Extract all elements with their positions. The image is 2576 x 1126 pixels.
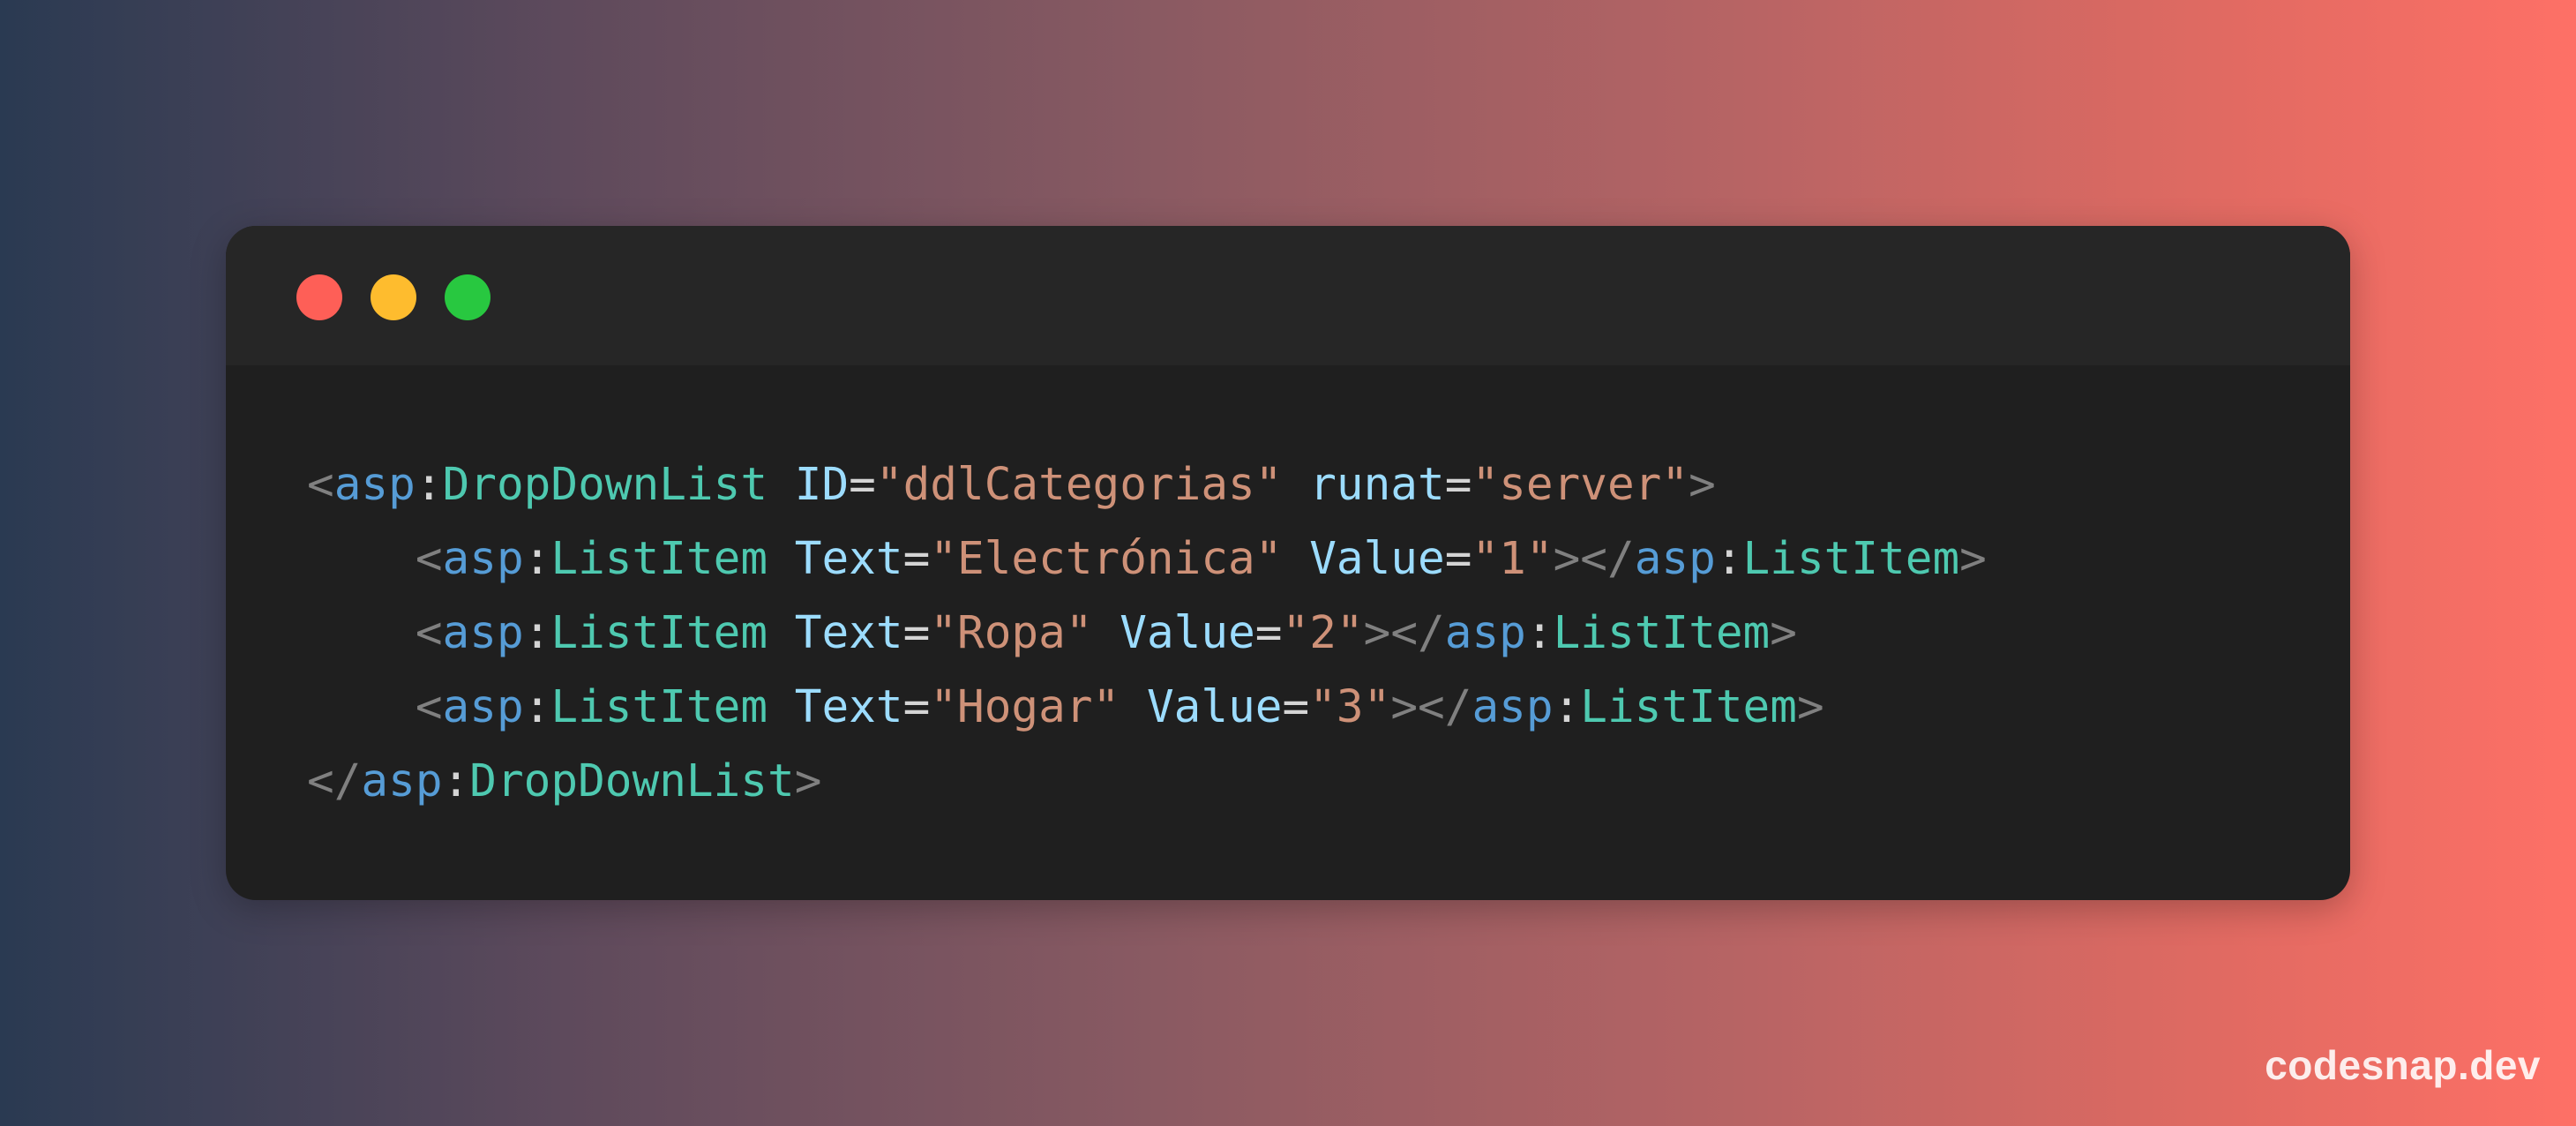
code-token-punct: ></: [1363, 607, 1445, 659]
code-token-punct: ></: [1390, 681, 1472, 733]
code-token-eq: =: [902, 681, 931, 733]
code-line: <asp:ListItem Text="Electrónica" Value="…: [307, 522, 1987, 597]
code-token-tag: DropDownList: [469, 755, 795, 807]
code-token-eq: =: [1282, 681, 1310, 733]
minimize-icon[interactable]: [371, 274, 416, 320]
code-token-punct: >: [1770, 607, 1797, 659]
code-token-ws: [1282, 533, 1309, 585]
code-token-ws: [1282, 459, 1309, 511]
code-token-punct: </: [307, 755, 362, 807]
code-token-ns: asp: [361, 755, 443, 807]
code-token-attr: Text: [794, 681, 903, 733]
close-icon[interactable]: [296, 274, 342, 320]
code-token-str: "server": [1471, 459, 1689, 511]
code-token-ns: asp: [1471, 681, 1554, 733]
code-token-ws: [1120, 681, 1147, 733]
code-token-punct: >: [1689, 459, 1716, 511]
code-line: </asp:DropDownList>: [307, 745, 1987, 819]
code-token-ns: asp: [442, 681, 524, 733]
code-line: <asp:ListItem Text="Hogar" Value="3"></a…: [307, 671, 1987, 745]
code-token-colon: :: [1715, 533, 1743, 585]
code-token-colon: :: [415, 459, 443, 511]
maximize-icon[interactable]: [445, 274, 490, 320]
code-token-punct: <: [415, 681, 443, 733]
code-token-punct: ></: [1553, 533, 1635, 585]
code-token-ws: [768, 607, 795, 659]
code-token-ns: asp: [333, 459, 416, 511]
code-token-tag: ListItem: [1580, 681, 1797, 733]
code-token-eq: =: [849, 459, 876, 511]
code-token-attr: ID: [794, 459, 850, 511]
code-token-eq: =: [1444, 459, 1472, 511]
code-token-tag: ListItem: [1742, 533, 1960, 585]
code-token-punct: <: [415, 607, 443, 659]
code-token-attr: Value: [1309, 533, 1445, 585]
code-token-str: "Electrónica": [930, 533, 1283, 585]
code-token-eq: =: [902, 533, 931, 585]
code-token-tag: ListItem: [1553, 607, 1771, 659]
code-token-attr: Text: [794, 533, 903, 585]
code-token-eq: =: [902, 607, 931, 659]
code-token-str: "ddlCategorias": [875, 459, 1283, 511]
code-token-eq: =: [1444, 533, 1472, 585]
code-token-str: "3": [1309, 681, 1391, 733]
code-token-colon: :: [442, 755, 470, 807]
watermark: codesnap.dev: [2265, 1042, 2541, 1088]
code-token-str: "2": [1282, 607, 1364, 659]
code-token-punct: >: [794, 755, 822, 807]
code-token-eq: =: [1254, 607, 1283, 659]
code-token-str: "1": [1471, 533, 1554, 585]
code-token-ns: asp: [442, 607, 524, 659]
code-token-attr: Text: [794, 607, 903, 659]
code-token-ns: asp: [1444, 607, 1526, 659]
code-token-ws: [307, 681, 416, 733]
code-token-attr: Value: [1146, 681, 1283, 733]
code-token-tag: ListItem: [550, 607, 768, 659]
code-token-ws: [768, 459, 795, 511]
code-token-ws: [768, 533, 795, 585]
code-token-colon: :: [1553, 681, 1581, 733]
code-token-ns: asp: [442, 533, 524, 585]
code-token-tag: ListItem: [550, 533, 768, 585]
code-line: <asp:DropDownList ID="ddlCategorias" run…: [307, 448, 1987, 522]
code-line: <asp:ListItem Text="Ropa" Value="2"></as…: [307, 597, 1987, 671]
code-window: <asp:DropDownList ID="ddlCategorias" run…: [226, 226, 2350, 900]
code-token-ws: [307, 607, 416, 659]
code-token-ns: asp: [1634, 533, 1716, 585]
code-token-colon: :: [1525, 607, 1554, 659]
code-token-punct: <: [415, 533, 443, 585]
code-token-tag: ListItem: [550, 681, 768, 733]
code-block: <asp:DropDownList ID="ddlCategorias" run…: [307, 448, 1987, 819]
code-token-colon: :: [523, 607, 551, 659]
code-token-ws: [768, 681, 795, 733]
code-token-ws: [1093, 607, 1120, 659]
window-titlebar: [226, 226, 2350, 365]
code-token-str: "Ropa": [930, 607, 1093, 659]
code-token-colon: :: [523, 533, 551, 585]
code-token-colon: :: [523, 681, 551, 733]
code-token-str: "Hogar": [930, 681, 1120, 733]
code-token-punct: >: [1796, 681, 1824, 733]
code-token-attr: Value: [1120, 607, 1255, 659]
code-token-ws: [307, 533, 416, 585]
code-token-attr: runat: [1309, 459, 1445, 511]
code-token-punct: <: [307, 459, 334, 511]
code-token-tag: DropDownList: [442, 459, 768, 511]
code-token-punct: >: [1959, 533, 1987, 585]
